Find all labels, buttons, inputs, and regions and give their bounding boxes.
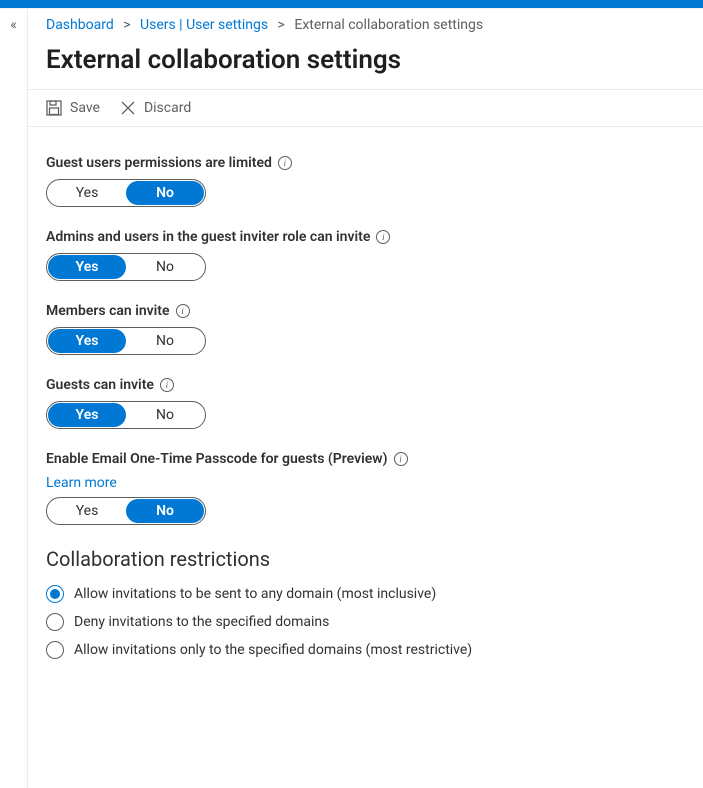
setting-label: Enable Email One-Time Passcode for guest… bbox=[46, 451, 685, 467]
radio-allow-only-specified-domains[interactable]: Allow invitations only to the specified … bbox=[46, 641, 685, 659]
discard-button[interactable]: Discard bbox=[120, 100, 191, 116]
toggle-option-no[interactable]: No bbox=[126, 403, 204, 427]
toggle-guest-limited[interactable]: Yes No bbox=[46, 179, 206, 207]
collab-restrictions-heading: Collaboration restrictions bbox=[46, 547, 685, 571]
info-icon[interactable] bbox=[176, 304, 190, 318]
discard-label: Discard bbox=[144, 100, 191, 116]
chevron-right-icon: > bbox=[278, 17, 285, 33]
radio-icon bbox=[46, 585, 64, 603]
toggle-option-no[interactable]: No bbox=[126, 329, 204, 353]
save-icon bbox=[46, 100, 62, 116]
top-accent-bar bbox=[0, 0, 703, 8]
info-icon[interactable] bbox=[278, 156, 292, 170]
radio-icon bbox=[46, 641, 64, 659]
radio-label: Allow invitations to be sent to any doma… bbox=[74, 586, 436, 602]
label-text: Members can invite bbox=[46, 303, 170, 319]
label-text: Admins and users in the guest inviter ro… bbox=[46, 229, 370, 245]
breadcrumb-users[interactable]: Users | User settings bbox=[140, 17, 268, 33]
toggle-option-no[interactable]: No bbox=[126, 181, 204, 205]
toggle-option-yes[interactable]: Yes bbox=[48, 255, 126, 279]
toggle-option-yes[interactable]: Yes bbox=[48, 499, 126, 523]
toggle-option-yes[interactable]: Yes bbox=[48, 181, 126, 205]
save-button[interactable]: Save bbox=[46, 100, 100, 116]
setting-email-otp: Enable Email One-Time Passcode for guest… bbox=[46, 451, 685, 525]
setting-admins-inviter-can-invite: Admins and users in the guest inviter ro… bbox=[46, 229, 685, 281]
sidebar-collapse-column bbox=[0, 9, 28, 788]
setting-label: Guests can invite bbox=[46, 377, 685, 393]
label-text: Guests can invite bbox=[46, 377, 154, 393]
toggle-option-no[interactable]: No bbox=[126, 255, 204, 279]
breadcrumb: Dashboard > Users | User settings > Exte… bbox=[28, 9, 703, 39]
toggle-admins-inviter-can-invite[interactable]: Yes No bbox=[46, 253, 206, 281]
toggle-option-yes[interactable]: Yes bbox=[48, 329, 126, 353]
radio-label: Allow invitations only to the specified … bbox=[74, 642, 472, 658]
breadcrumb-dashboard[interactable]: Dashboard bbox=[46, 17, 114, 33]
close-icon bbox=[120, 100, 136, 116]
page-body: Dashboard > Users | User settings > Exte… bbox=[0, 8, 703, 788]
toolbar: Save Discard bbox=[28, 89, 703, 127]
toggle-option-no[interactable]: No bbox=[126, 499, 204, 523]
setting-members-can-invite: Members can invite Yes No bbox=[46, 303, 685, 355]
label-text: Guest users permissions are limited bbox=[46, 155, 272, 171]
page-title: External collaboration settings bbox=[28, 39, 703, 89]
radio-allow-any-domain[interactable]: Allow invitations to be sent to any doma… bbox=[46, 585, 685, 603]
info-icon[interactable] bbox=[160, 378, 174, 392]
save-label: Save bbox=[70, 100, 100, 116]
collab-restrictions-group: Allow invitations to be sent to any doma… bbox=[46, 585, 685, 659]
setting-label: Admins and users in the guest inviter ro… bbox=[46, 229, 685, 245]
label-text: Enable Email One-Time Passcode for guest… bbox=[46, 451, 388, 467]
learn-more-link[interactable]: Learn more bbox=[46, 475, 117, 491]
breadcrumb-current: External collaboration settings bbox=[294, 17, 483, 33]
toggle-guests-can-invite[interactable]: Yes No bbox=[46, 401, 206, 429]
info-icon[interactable] bbox=[376, 230, 390, 244]
collapse-sidebar-icon[interactable] bbox=[10, 17, 17, 33]
radio-deny-specified-domains[interactable]: Deny invitations to the specified domain… bbox=[46, 613, 685, 631]
radio-label: Deny invitations to the specified domain… bbox=[74, 614, 329, 630]
chevron-right-icon: > bbox=[123, 17, 130, 33]
toggle-email-otp[interactable]: Yes No bbox=[46, 497, 206, 525]
setting-label: Members can invite bbox=[46, 303, 685, 319]
settings-form: Guest users permissions are limited Yes … bbox=[28, 127, 703, 679]
radio-icon bbox=[46, 613, 64, 631]
setting-guests-can-invite: Guests can invite Yes No bbox=[46, 377, 685, 429]
content-pane: Dashboard > Users | User settings > Exte… bbox=[28, 9, 703, 788]
toggle-option-yes[interactable]: Yes bbox=[48, 403, 126, 427]
toggle-members-can-invite[interactable]: Yes No bbox=[46, 327, 206, 355]
info-icon[interactable] bbox=[394, 452, 408, 466]
setting-label: Guest users permissions are limited bbox=[46, 155, 685, 171]
setting-guest-limited: Guest users permissions are limited Yes … bbox=[46, 155, 685, 207]
